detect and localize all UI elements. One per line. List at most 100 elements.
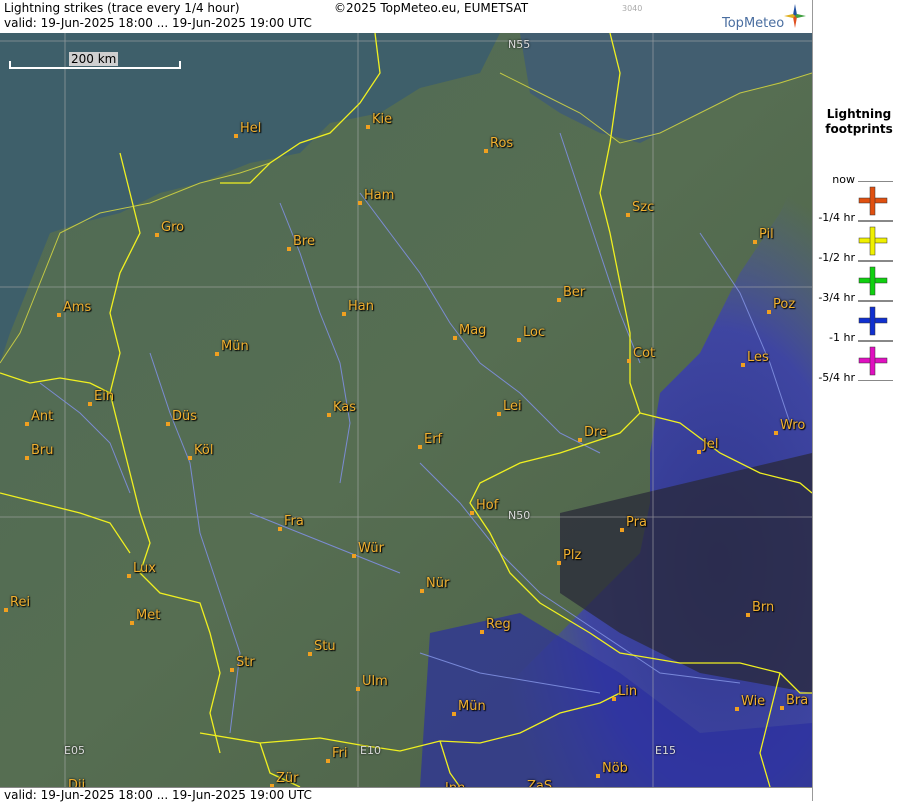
city-label: Gro <box>161 220 185 235</box>
city-marker <box>480 630 484 634</box>
city-marker <box>356 687 360 691</box>
city-label: Wür <box>358 541 384 556</box>
city-label: Rei <box>10 595 31 610</box>
footer-bar: valid: 19-Jun-2025 18:00 ... 19-Jun-2025… <box>0 787 812 802</box>
city-marker <box>557 298 561 302</box>
city-label: Kas <box>333 400 357 415</box>
city-label: Poz <box>773 297 796 312</box>
city-marker <box>484 149 488 153</box>
city-marker <box>452 712 456 716</box>
copyright-text: ©2025 TopMeteo.eu, EUMETSAT <box>334 1 529 15</box>
city-marker <box>620 528 624 532</box>
city-label: Zür <box>276 771 299 786</box>
city-marker <box>25 422 29 426</box>
city-label: Ber <box>563 285 586 300</box>
city-marker <box>767 310 771 314</box>
city-label: Cot <box>633 346 656 361</box>
city-marker <box>230 668 234 672</box>
city-marker <box>780 706 784 710</box>
city-marker <box>215 352 219 356</box>
city-label: Reg <box>486 617 511 632</box>
city-marker <box>352 554 356 558</box>
map-canvas <box>0 33 812 787</box>
city-marker <box>155 233 159 237</box>
compass-logo-icon <box>784 4 806 28</box>
city-label: Szc <box>632 200 655 215</box>
city-label: Ant <box>31 409 54 424</box>
city-label: Hel <box>240 121 262 136</box>
city-marker <box>470 511 474 515</box>
city-marker <box>420 589 424 593</box>
legend-entry: -1 hr <box>813 293 904 344</box>
city-label: Mag <box>459 323 487 338</box>
city-marker <box>697 450 701 454</box>
city-marker <box>774 431 778 435</box>
city-label: Pra <box>626 515 647 530</box>
legend-label-top: now <box>832 173 855 186</box>
valid-period: valid: 19-Jun-2025 18:00 ... 19-Jun-2025… <box>4 16 312 30</box>
city-marker <box>278 527 282 531</box>
legend-title-line1: Lightning <box>826 107 892 121</box>
city-label: Plz <box>563 548 582 563</box>
legend-label-bottom: -5/4 hr <box>818 371 855 384</box>
city-label: Dre <box>584 425 608 440</box>
city-marker <box>25 456 29 460</box>
city-label: Wie <box>741 694 766 709</box>
city-label: Les <box>747 350 769 365</box>
city-label: Dij <box>68 778 86 787</box>
city-marker <box>130 621 134 625</box>
grid-label-n55: N55 <box>508 38 531 51</box>
scale-bar: 200 km <box>9 52 181 70</box>
scale-label: 200 km <box>69 52 119 66</box>
city-label: Mün <box>221 339 249 354</box>
city-marker <box>453 336 457 340</box>
city-marker <box>735 707 739 711</box>
city-label: Ulm <box>362 674 388 689</box>
lightning-cross-icon <box>858 346 888 376</box>
city-label: Ein <box>94 389 115 404</box>
city-marker <box>517 338 521 342</box>
grid-label-e15: E15 <box>655 744 676 757</box>
city-marker <box>358 201 362 205</box>
city-label: Lin <box>618 684 638 699</box>
map-title: Lightning strikes (trace every 1/4 hour) <box>4 1 240 15</box>
legend-title-line2: footprints <box>825 122 893 136</box>
city-marker <box>308 652 312 656</box>
city-marker <box>188 456 192 460</box>
city-label: Ros <box>490 136 514 151</box>
city-label: Han <box>348 299 374 314</box>
city-marker <box>746 613 750 617</box>
city-marker <box>366 125 370 129</box>
city-label: Met <box>136 608 161 623</box>
city-label: Ams <box>63 300 92 315</box>
city-label: Nöb <box>602 761 628 776</box>
footer-valid-period: valid: 19-Jun-2025 18:00 ... 19-Jun-2025… <box>4 788 312 802</box>
city-label: Jel <box>703 437 719 452</box>
city-label: ZaS <box>527 779 553 787</box>
city-label: Fri <box>332 746 348 761</box>
city-marker <box>326 759 330 763</box>
city-label: Bre <box>293 234 315 249</box>
city-marker <box>497 412 501 416</box>
city-label: Kie <box>372 112 393 127</box>
grid-label-n50: N50 <box>508 509 531 522</box>
city-marker <box>626 213 630 217</box>
legend-title: Lightning footprints <box>813 107 904 137</box>
city-marker <box>596 774 600 778</box>
city-marker <box>57 313 61 317</box>
city-marker <box>741 363 745 367</box>
city-label: Lux <box>133 561 156 576</box>
legend-entry: -3/4 hr <box>813 253 904 304</box>
city-marker <box>4 608 8 612</box>
satellite-map[interactable]: 200 km N55 N50 E05 E10 E15 Kie Hel Ros Ham S… <box>0 33 812 787</box>
city-marker <box>127 574 131 578</box>
city-marker <box>612 697 616 701</box>
city-label: Erf <box>424 432 443 447</box>
map-code: 3040 <box>622 4 643 13</box>
city-label: Fra <box>284 514 304 529</box>
grid-label-e10: E10 <box>360 744 381 757</box>
lightning-cross-icon <box>858 306 888 336</box>
city-label: Ham <box>364 188 395 203</box>
city-label: Loc <box>523 325 546 340</box>
legend-entry: -1/2 hr <box>813 213 904 264</box>
